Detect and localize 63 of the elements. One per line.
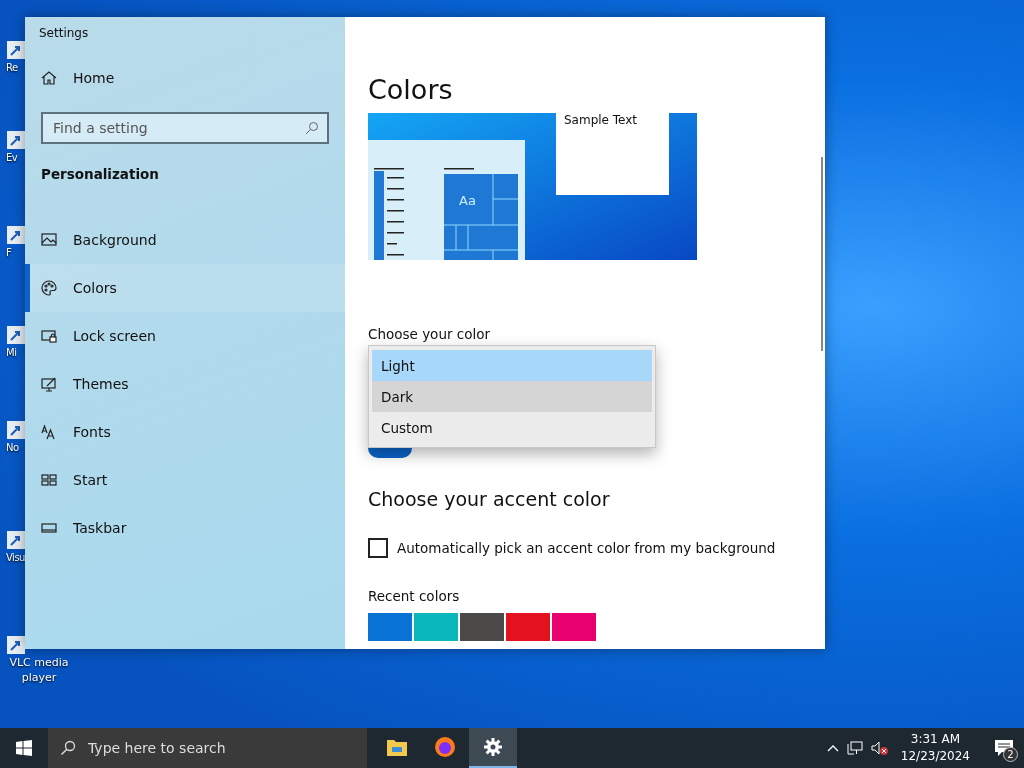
color-swatch[interactable] <box>460 613 504 641</box>
chevron-up-icon[interactable] <box>826 744 839 752</box>
taskbar-search-field[interactable]: Type here to search <box>48 728 367 768</box>
menu-option[interactable]: Custom <box>372 412 652 443</box>
taskbar-app-button[interactable] <box>469 728 517 768</box>
shortcut-icon[interactable] <box>6 130 26 150</box>
desktop-icon-label: Ev <box>6 151 18 165</box>
shortcut-icon[interactable] <box>6 530 26 550</box>
field-label: Recent colors <box>368 588 461 604</box>
shortcut-icon[interactable] <box>6 225 26 245</box>
browser-icon <box>434 736 456 758</box>
desktop-icon-label: No <box>6 441 19 455</box>
home-link[interactable]: Home <box>25 54 345 102</box>
muted-speaker-icon[interactable] <box>870 740 889 756</box>
themes-icon <box>41 376 57 392</box>
nav-item[interactable]: Taskbar <box>25 504 345 552</box>
shortcut-icon[interactable] <box>6 40 26 60</box>
tile-text: Aa <box>459 193 476 208</box>
desktop-icon-label: Mi <box>6 346 17 360</box>
palette-icon <box>41 280 57 296</box>
desktop-icon-label: Visu <box>6 551 25 565</box>
nav-item[interactable]: Background <box>25 216 345 264</box>
nav-item[interactable]: Start <box>25 456 345 504</box>
search-icon <box>60 740 76 756</box>
home-icon <box>41 70 57 86</box>
checkbox-label: Automatically pick an accent color from my background <box>397 540 776 556</box>
menu-option[interactable]: Light <box>372 350 652 381</box>
color-swatch[interactable] <box>368 613 412 641</box>
section-heading: Personalization <box>41 166 160 182</box>
desktop-icon-label: VLC media player <box>8 655 70 685</box>
search-icon <box>305 121 319 135</box>
desktop-icon-label: Re <box>6 61 18 75</box>
settings-icon <box>483 737 503 757</box>
color-swatch[interactable] <box>552 613 596 641</box>
network-icon[interactable] <box>846 740 863 756</box>
sample-text: Sample Text <box>564 113 638 127</box>
shortcut-icon[interactable] <box>6 635 26 655</box>
color-swatch[interactable] <box>414 613 458 641</box>
search-field[interactable]: Find a setting <box>41 112 329 144</box>
page-title: Colors <box>368 73 454 107</box>
nav-item[interactable]: Lock screen <box>25 312 345 360</box>
fonts-icon <box>41 424 57 440</box>
field-label: Choose your color <box>368 326 492 342</box>
notifications-button[interactable]: 2 <box>990 734 1018 762</box>
window-title: Settings <box>39 26 90 42</box>
menu-option[interactable]: Dark <box>372 381 652 412</box>
shortcut-icon[interactable] <box>6 420 26 440</box>
section-heading: Choose your accent color <box>368 488 611 510</box>
checkbox[interactable] <box>368 538 388 558</box>
notification-count: 2 <box>1003 747 1018 762</box>
clock[interactable]: 3:31 AM 12/23/2024 <box>900 731 970 765</box>
windows-logo-icon <box>16 740 32 756</box>
start-icon <box>41 472 57 488</box>
desktop-icon-label: F <box>6 246 12 260</box>
nav-item[interactable]: Themes <box>25 360 345 408</box>
picture-icon <box>41 232 57 248</box>
color-swatch[interactable] <box>506 613 550 641</box>
lock-screen-icon <box>41 328 57 344</box>
nav-item[interactable]: Fonts <box>25 408 345 456</box>
folder-icon <box>386 737 408 757</box>
shortcut-icon[interactable] <box>6 325 26 345</box>
nav-item[interactable]: Colors <box>25 264 345 312</box>
taskbar-icon <box>41 520 57 536</box>
